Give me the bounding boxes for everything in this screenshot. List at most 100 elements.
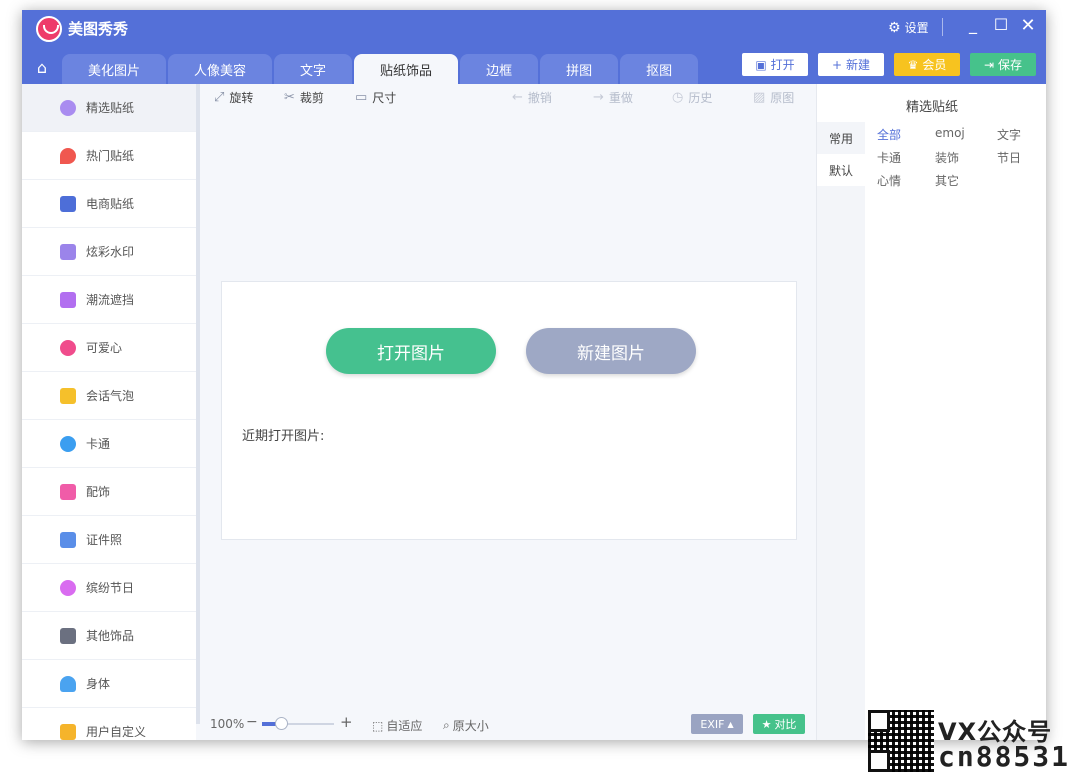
sidebar-item-label: 炫彩水印 — [86, 245, 135, 259]
sidebar-item-label: 用户自定义 — [86, 725, 147, 739]
cart-icon — [60, 195, 76, 212]
sticker-sidebar: 精选贴纸 热门贴纸 电商贴纸 炫彩水印 潮流遮挡 可爱心 会话气泡 卡通 配饰 … — [22, 84, 196, 740]
rotate-button[interactable]: ⤢ 旋转 — [214, 89, 253, 106]
sticker-panel: 精选贴纸 常用 默认 全部 emoj 文字 卡通 装饰 节日 心情 其它 — [816, 84, 1046, 740]
actual-size-button[interactable]: ⌕ 原大小 — [443, 717, 489, 734]
tab-common[interactable]: 常用 — [817, 122, 865, 154]
app-title: 美图秀秀 — [68, 20, 129, 38]
save-button[interactable]: ⇥ 保存 — [970, 53, 1036, 76]
sidebar-item-label: 精选贴纸 — [86, 101, 135, 115]
sidebar-item-cartoon[interactable]: 卡通 — [22, 420, 196, 468]
sidebar-item-mask[interactable]: 潮流遮挡 — [22, 276, 196, 324]
crop-button[interactable]: ✂ 裁剪 — [284, 89, 324, 106]
compare-label: 对比 — [774, 718, 797, 731]
sidebar-item-other[interactable]: 其他饰品 — [22, 612, 196, 660]
new-image-button[interactable]: 新建图片 — [526, 328, 696, 374]
size-button[interactable]: ▭ 尺寸 — [355, 89, 396, 106]
clock-icon: ◷ — [672, 90, 684, 105]
tab-cutout[interactable]: 抠图 — [620, 54, 699, 84]
sidebar-item-label: 其他饰品 — [86, 629, 135, 643]
mask-icon — [60, 291, 76, 308]
category-cartoon[interactable]: 卡通 — [877, 149, 935, 166]
original-button[interactable]: ▨ 原图 — [753, 89, 794, 106]
history-label: 历史 — [688, 91, 713, 105]
size-icon: ▭ — [355, 90, 368, 105]
image-icon: ▣ — [755, 57, 767, 72]
vip-button[interactable]: ♛ 会员 — [894, 53, 960, 76]
tab-collage[interactable]: 拼图 — [540, 54, 619, 84]
zoom-in-button[interactable]: + — [340, 713, 353, 731]
watermark-line2: cn88531 — [938, 740, 1068, 772]
fit-button[interactable]: ⬚ 自适应 — [372, 717, 422, 734]
category-mood[interactable]: 心情 — [877, 172, 935, 189]
sidebar-item-custom[interactable]: 用户自定义 — [22, 708, 196, 740]
tab-stickers[interactable]: 贴纸饰品 — [354, 54, 459, 84]
sidebar-item-id-photo[interactable]: 证件照 — [22, 516, 196, 564]
sidebar-item-watermark[interactable]: 炫彩水印 — [22, 228, 196, 276]
exif-button[interactable]: EXIF ▲ — [691, 714, 743, 734]
fit-icon: ⬚ — [372, 718, 384, 733]
tab-beautify[interactable]: 美化图片 — [62, 54, 167, 84]
settings-button[interactable]: ⚙ 设置 — [888, 19, 929, 36]
category-all[interactable]: 全部 — [877, 126, 935, 143]
start-card: 打开图片 新建图片 近期打开图片: — [221, 281, 797, 540]
sidebar-item-label: 身体 — [86, 677, 111, 691]
redo-arrow-icon: → — [593, 90, 604, 105]
crop-label: 裁剪 — [299, 91, 324, 105]
sidebar-item-featured[interactable]: 精选贴纸 — [22, 84, 196, 132]
history-button[interactable]: ◷ 历史 — [672, 89, 712, 106]
original-label: 原图 — [770, 91, 795, 105]
home-tab[interactable]: ⌂ — [22, 50, 62, 84]
category-decoration[interactable]: 装饰 — [935, 149, 997, 166]
category-other[interactable]: 其它 — [935, 172, 997, 189]
redo-button[interactable]: → 重做 — [593, 89, 633, 106]
caret-up-icon: ▲ — [727, 719, 734, 729]
compare-button[interactable]: ★ 对比 — [753, 714, 805, 734]
open-button[interactable]: ▣ 打开 — [742, 53, 808, 76]
sidebar-item-festival[interactable]: 缤纷节日 — [22, 564, 196, 612]
fit-label: 自适应 — [386, 719, 423, 733]
sidebar-item-ecommerce[interactable]: 电商贴纸 — [22, 180, 196, 228]
panel-tabs: 常用 默认 — [817, 122, 865, 740]
sidebar-scrollbar[interactable] — [196, 84, 200, 724]
title-bar: 美图秀秀 ⚙ 设置 _ ☐ ✕ ⌂ 美化图片 人像美容 文字 贴纸饰品 边框 拼… — [22, 10, 1046, 84]
zoom-slider-handle[interactable] — [275, 717, 288, 730]
new-button[interactable]: + 新建 — [818, 53, 884, 76]
person-icon — [60, 675, 76, 692]
sidebar-item-label: 电商贴纸 — [86, 197, 135, 211]
maximize-button[interactable]: ☐ — [990, 15, 1012, 34]
title-divider — [942, 18, 943, 36]
sidebar-item-accessory[interactable]: 配饰 — [22, 468, 196, 516]
featured-sticker-icon — [60, 99, 76, 116]
magnifier-icon: ⌕ — [443, 718, 450, 732]
star-icon: ★ — [761, 717, 772, 731]
watermark-icon — [60, 243, 76, 260]
category-emoj[interactable]: emoj — [935, 126, 997, 143]
tab-text[interactable]: 文字 — [274, 54, 353, 84]
picture-icon: ▨ — [753, 90, 766, 105]
app-window: 美图秀秀 ⚙ 设置 _ ☐ ✕ ⌂ 美化图片 人像美容 文字 贴纸饰品 边框 拼… — [22, 10, 1046, 740]
bow-icon — [60, 483, 76, 500]
undo-button[interactable]: ← 撤销 — [512, 89, 552, 106]
balloon-icon — [60, 579, 76, 596]
sidebar-item-label: 卡通 — [86, 437, 111, 451]
sidebar-item-hot[interactable]: 热门贴纸 — [22, 132, 196, 180]
category-festival[interactable]: 节日 — [997, 149, 1041, 166]
tab-border[interactable]: 边框 — [460, 54, 539, 84]
undo-arrow-icon: ← — [512, 90, 523, 105]
close-button[interactable]: ✕ — [1017, 15, 1039, 36]
zoom-out-button[interactable]: − — [246, 714, 258, 730]
category-text[interactable]: 文字 — [997, 126, 1041, 143]
tab-default[interactable]: 默认 — [817, 154, 865, 186]
sidebar-item-bubble[interactable]: 会话气泡 — [22, 372, 196, 420]
tab-portrait[interactable]: 人像美容 — [168, 54, 273, 84]
minimize-button[interactable]: _ — [962, 15, 984, 34]
redo-label: 重做 — [608, 91, 633, 105]
sidebar-item-body[interactable]: 身体 — [22, 660, 196, 708]
sidebar-item-label: 可爱心 — [86, 341, 123, 355]
settings-label: 设置 — [904, 21, 929, 35]
sidebar-item-heart[interactable]: 可爱心 — [22, 324, 196, 372]
sidebar-item-label: 潮流遮挡 — [86, 293, 135, 307]
save-label: 保存 — [998, 58, 1023, 72]
open-image-button[interactable]: 打开图片 — [326, 328, 496, 374]
